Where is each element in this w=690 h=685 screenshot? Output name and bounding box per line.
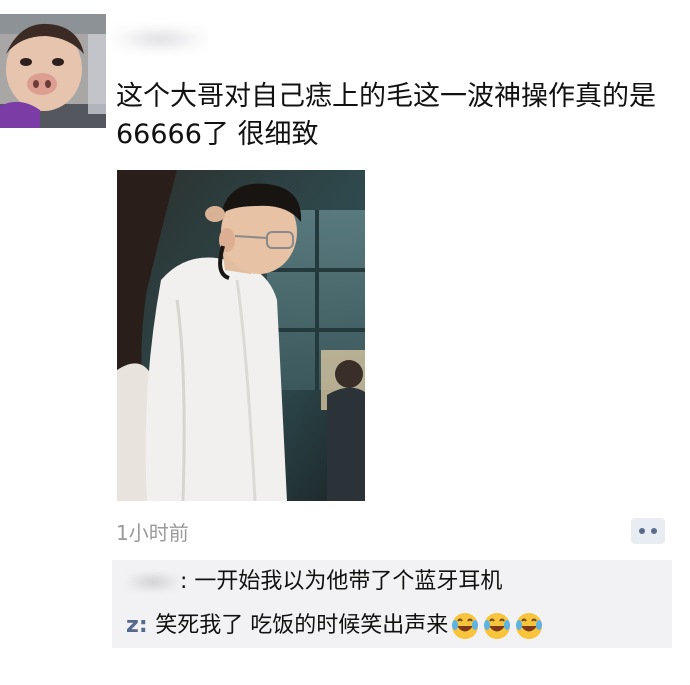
laugh-cry-emoji-icon	[450, 611, 480, 641]
more-actions-button[interactable]	[631, 518, 665, 544]
comment-item[interactable]: : 一开始我以为他带了个蓝牙耳机	[126, 564, 502, 600]
commenter-name[interactable]: z	[126, 613, 139, 638]
comment-separator: :	[180, 569, 195, 594]
commenter-name[interactable]	[126, 571, 180, 593]
more-dots-icon	[631, 518, 665, 544]
comment-text: 笑死我了 吃饭的时候笑出声来	[155, 613, 449, 638]
moments-post-card: 这个大哥对自己痣上的毛这一波神操作真的是66666了 很细致 1小时前: 一开…	[0, 0, 690, 685]
post-time: 1小时前	[116, 521, 189, 545]
avatar[interactable]	[0, 14, 106, 128]
laugh-cry-emoji-icon	[514, 611, 544, 641]
comment-item[interactable]: z: 笑死我了 吃饭的时候笑出声来	[126, 608, 544, 644]
post-photo[interactable]	[117, 170, 365, 501]
comments-section: : 一开始我以为他带了个蓝牙耳机 z: 笑死我了 吃饭的时候笑出声来	[112, 560, 672, 648]
comment-separator: :	[138, 613, 156, 638]
comment-text: 一开始我以为他带了个蓝牙耳机	[194, 569, 503, 594]
post-text: 这个大哥对自己痣上的毛这一波神操作真的是66666了 很细致	[116, 81, 656, 150]
post-author-name[interactable]	[112, 24, 208, 54]
laugh-cry-emoji-icon	[482, 611, 512, 641]
